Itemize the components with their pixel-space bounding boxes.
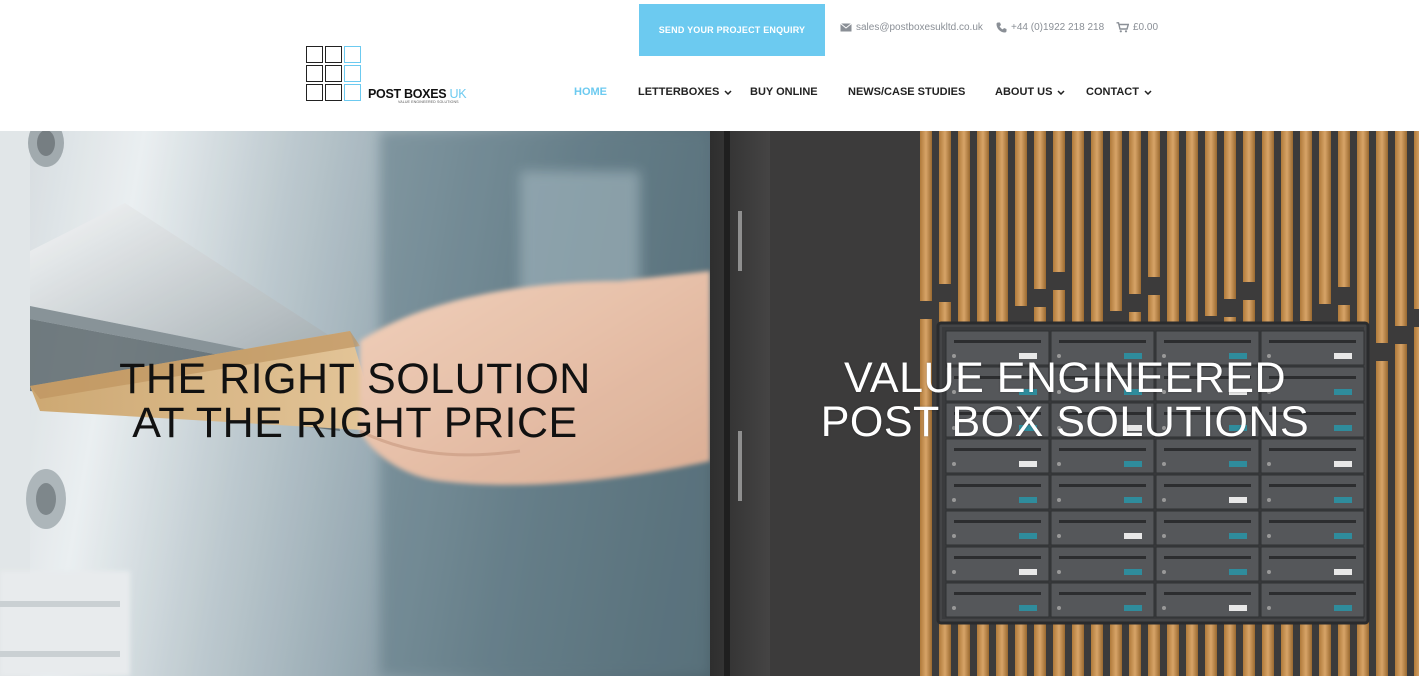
hero-right-line2: POST BOX SOLUTIONS — [820, 398, 1310, 446]
nav-contact-label: CONTACT — [1086, 86, 1139, 98]
hero-panel-left: THE RIGHT SOLUTION AT THE RIGHT PRICE — [0, 131, 710, 676]
email-link[interactable]: sales@postboxesukltd.co.uk — [840, 19, 983, 35]
nav-letterboxes[interactable]: LETTERBOXES — [638, 84, 732, 100]
cart-icon — [1116, 21, 1129, 32]
logo-brand-suffix: UK — [449, 87, 467, 101]
nav-about-label: ABOUT US — [995, 86, 1053, 98]
nav-contact[interactable]: CONTACT — [1086, 84, 1152, 100]
cart-total: £0.00 — [1133, 21, 1159, 33]
logo-brand: POST BOXES — [368, 87, 447, 101]
phone-icon — [996, 22, 1007, 32]
nav-buy-online[interactable]: BUY ONLINE — [750, 84, 818, 100]
cart-link[interactable]: £0.00 — [1116, 19, 1158, 35]
site-logo[interactable]: POST BOXES UK VALUE ENGINEERED SOLUTIONS — [306, 46, 476, 106]
hero-left-line1: THE RIGHT SOLUTION — [119, 355, 591, 403]
project-enquiry-button[interactable]: SEND YOUR PROJECT ENQUIRY — [639, 4, 825, 56]
hero-banner: THE RIGHT SOLUTION AT THE RIGHT PRICE VA… — [0, 131, 1419, 676]
hero-title-right: VALUE ENGINEERED POST BOX SOLUTIONS — [810, 356, 1320, 444]
nav-home-label: HOME — [574, 86, 607, 98]
logo-wordmark: POST BOXES UK — [368, 87, 467, 101]
phone-link[interactable]: +44 (0)1922 218 218 — [996, 19, 1104, 35]
site-header: SEND YOUR PROJECT ENQUIRY sales@postboxe… — [0, 0, 1419, 130]
email-text: sales@postboxesukltd.co.uk — [856, 21, 983, 33]
hero-title-left: THE RIGHT SOLUTION AT THE RIGHT PRICE — [80, 357, 630, 445]
hero-left-line2: AT THE RIGHT PRICE — [132, 399, 578, 447]
nav-buy-online-label: BUY ONLINE — [750, 86, 818, 98]
hero-panel-right: VALUE ENGINEERED POST BOX SOLUTIONS — [710, 131, 1419, 676]
chevron-down-icon — [1057, 89, 1065, 95]
envelope-icon — [840, 22, 852, 31]
logo-tagline: VALUE ENGINEERED SOLUTIONS — [398, 100, 459, 104]
chevron-down-icon — [1144, 89, 1152, 95]
nav-home[interactable]: HOME — [574, 84, 607, 100]
hero-right-line1: VALUE ENGINEERED — [843, 354, 1287, 402]
nav-about-us[interactable]: ABOUT US — [995, 84, 1065, 100]
phone-text: +44 (0)1922 218 218 — [1011, 21, 1105, 33]
nav-news-label: NEWS/CASE STUDIES — [848, 86, 966, 98]
logo-grid-icon — [306, 46, 364, 102]
chevron-down-icon — [724, 89, 732, 95]
nav-news-case-studies[interactable]: NEWS/CASE STUDIES — [848, 84, 965, 100]
nav-letterboxes-label: LETTERBOXES — [638, 86, 720, 98]
